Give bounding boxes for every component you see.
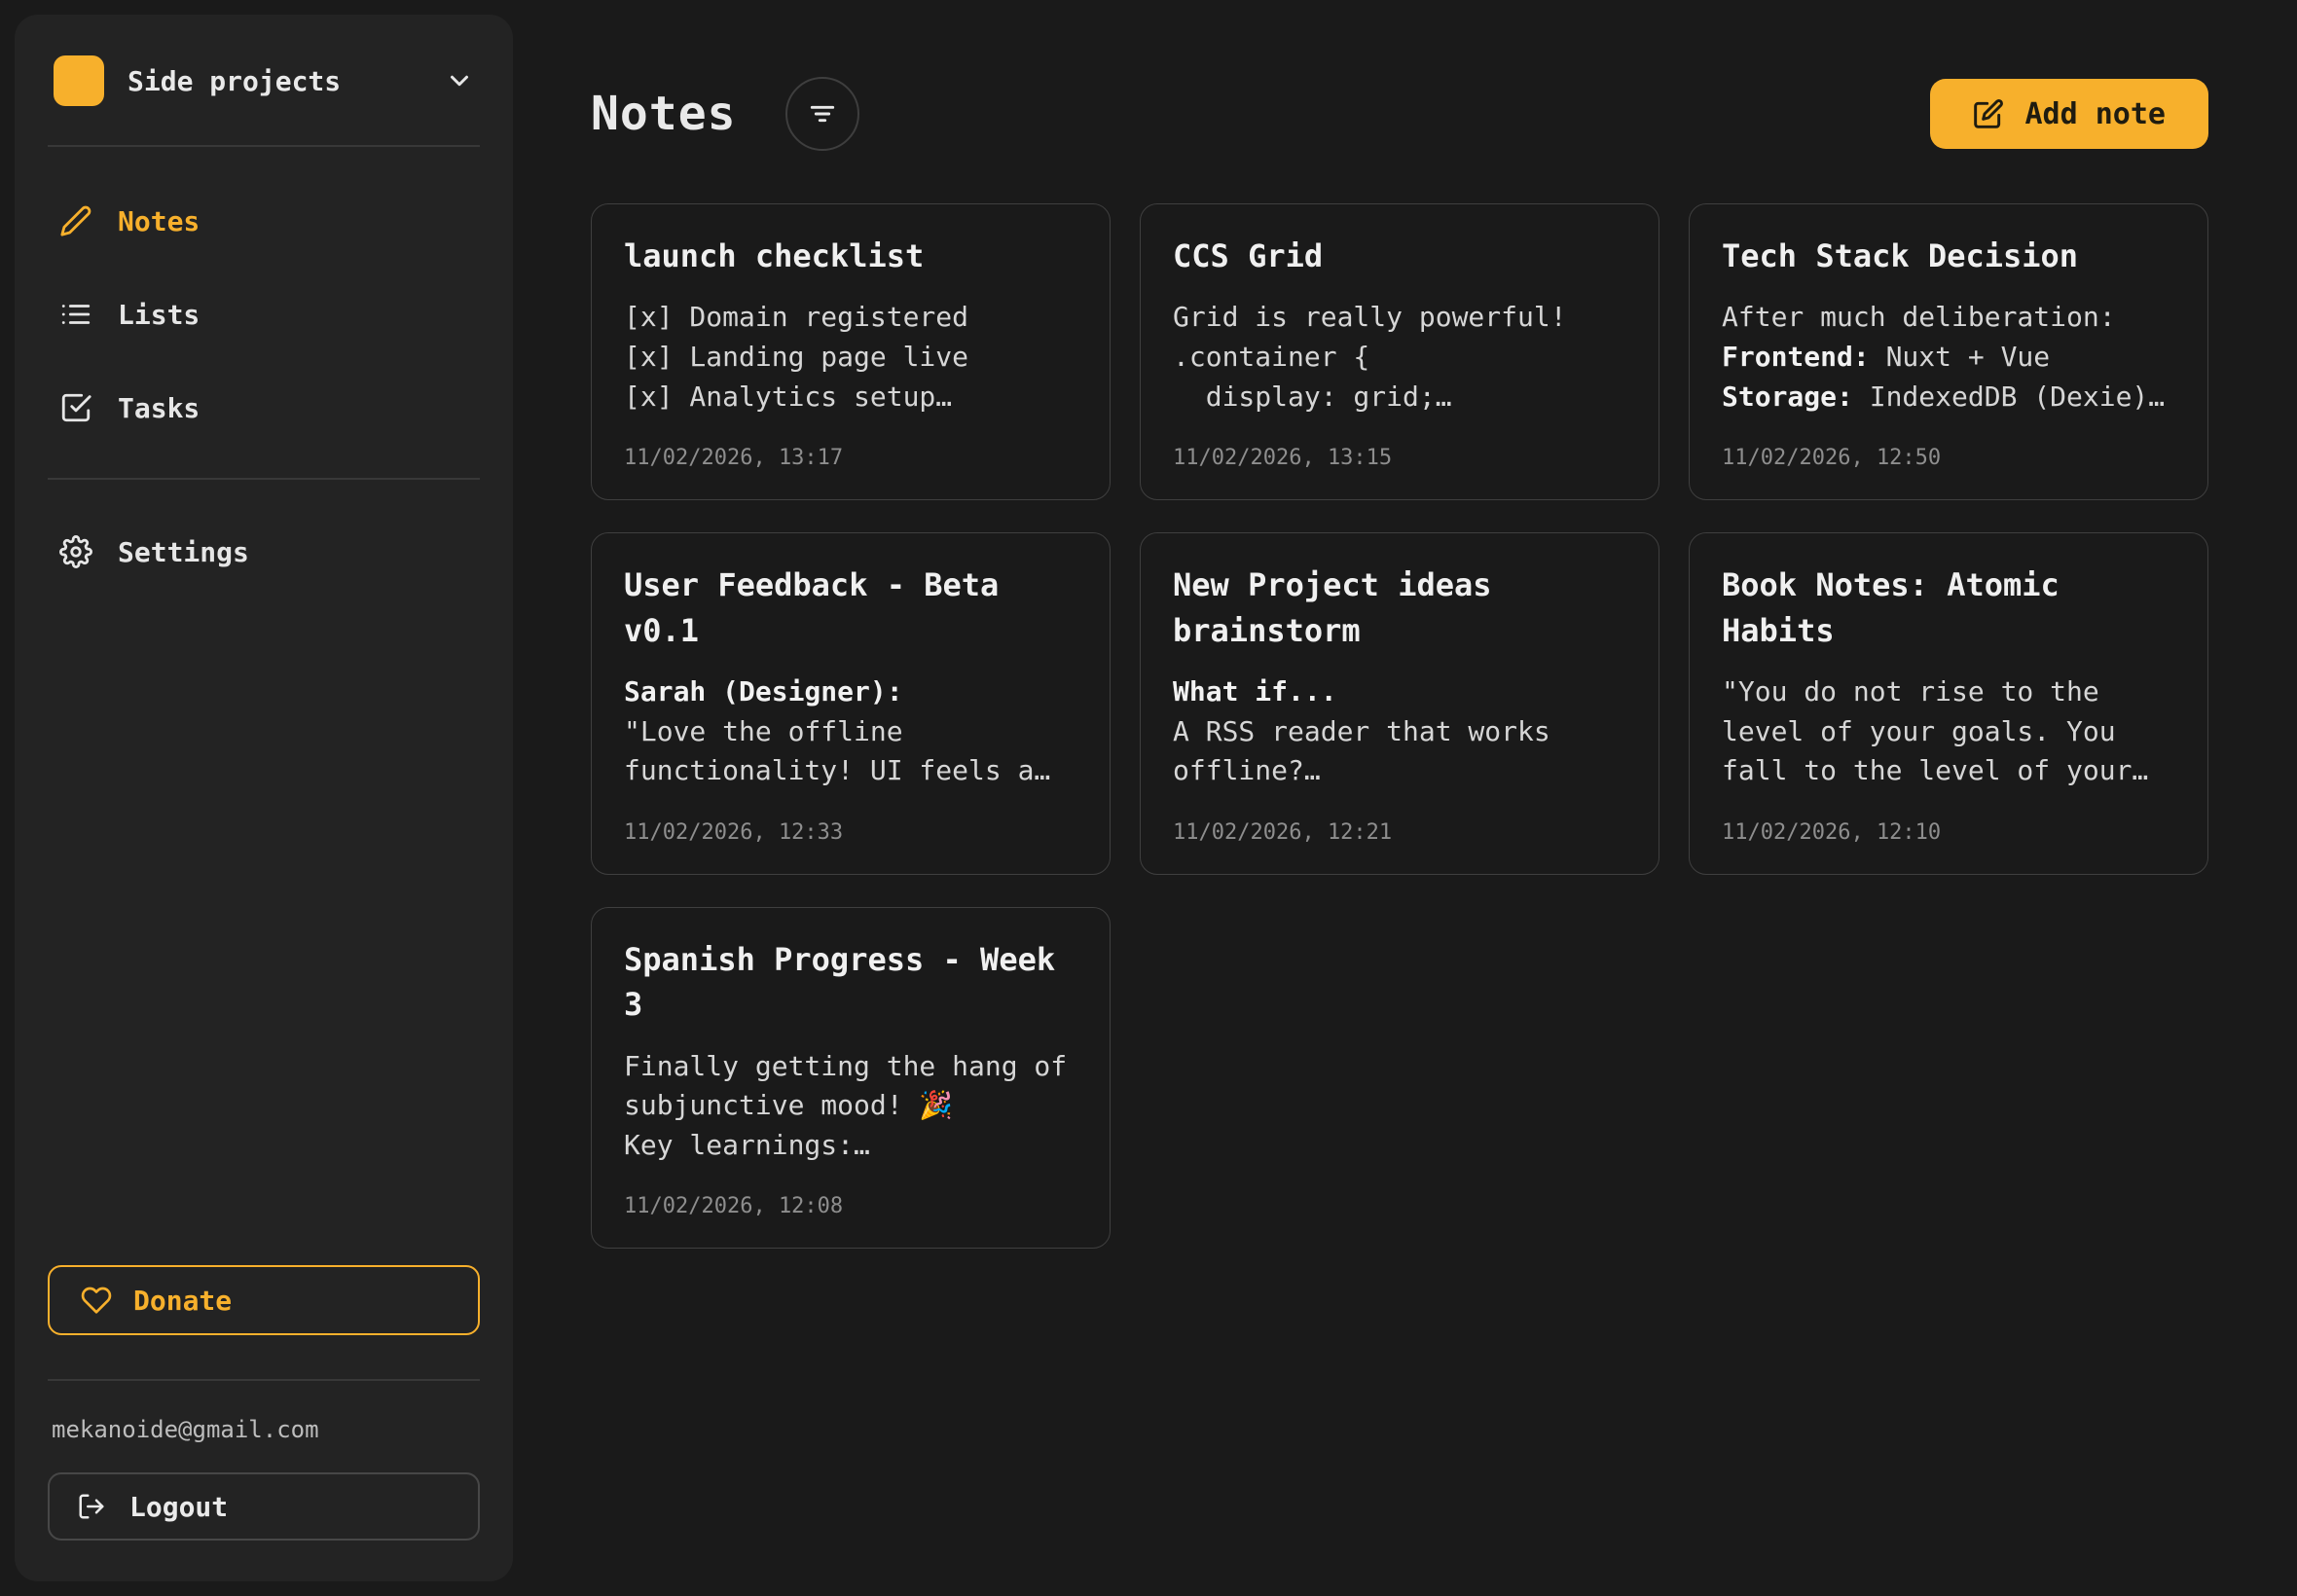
page-title: Notes xyxy=(591,87,737,141)
note-card[interactable]: New Project ideas brainstorm What if...A… xyxy=(1140,532,1659,875)
sidebar-item-label: Notes xyxy=(118,205,200,237)
sidebar-item-label: Lists xyxy=(118,299,200,331)
workspace-switcher[interactable]: Side projects xyxy=(48,55,480,106)
notes-grid: launch checklist [x] Domain registered[x… xyxy=(591,203,2208,1249)
sidebar-item-label: Settings xyxy=(118,536,249,568)
note-card[interactable]: Spanish Progress - Week 3 Finally gettin… xyxy=(591,907,1111,1250)
edit-icon xyxy=(1973,98,2004,129)
note-card[interactable]: Book Notes: Atomic Habits "You do not ri… xyxy=(1689,532,2208,875)
heart-icon xyxy=(81,1285,112,1316)
note-date: 11/02/2026, 12:10 xyxy=(1722,820,2175,845)
page-header: Notes Add note xyxy=(591,77,2208,151)
note-date: 11/02/2026, 12:33 xyxy=(624,820,1077,845)
donate-button[interactable]: Donate xyxy=(48,1265,480,1335)
sidebar-item-lists[interactable]: Lists xyxy=(48,279,480,349)
note-title: Spanish Progress - Week 3 xyxy=(624,937,1077,1028)
note-card[interactable]: Tech Stack Decision After much deliberat… xyxy=(1689,203,2208,500)
sidebar-nav: Notes Lists Tasks xyxy=(48,147,480,478)
main-content: Notes Add note launch checklist [x] Doma… xyxy=(513,15,2282,1581)
note-card[interactable]: User Feedback - Beta v0.1 Sarah (Designe… xyxy=(591,532,1111,875)
note-date: 11/02/2026, 12:50 xyxy=(1722,446,2175,470)
account-email: mekanoide@gmail.com xyxy=(48,1416,480,1443)
note-preview: Finally getting the hang of subjunctive … xyxy=(624,1047,1077,1166)
gear-icon xyxy=(59,535,92,568)
sidebar-item-settings[interactable]: Settings xyxy=(48,517,480,587)
sidebar-item-tasks[interactable]: Tasks xyxy=(48,373,480,443)
note-preview: Sarah (Designer):"Love the offline funct… xyxy=(624,672,1077,791)
note-title: launch checklist xyxy=(624,234,1077,278)
donate-label: Donate xyxy=(133,1285,232,1317)
checkbox-check-icon xyxy=(59,391,92,424)
logout-label: Logout xyxy=(129,1491,228,1523)
chevron-down-icon xyxy=(445,66,474,95)
note-preview: [x] Domain registered[x] Landing page li… xyxy=(624,298,1077,417)
note-preview: "You do not rise to the level of your go… xyxy=(1722,672,2175,791)
note-title: New Project ideas brainstorm xyxy=(1173,562,1626,653)
list-icon xyxy=(59,298,92,331)
note-card[interactable]: CCS Grid Grid is really powerful!.contai… xyxy=(1140,203,1659,500)
add-note-button[interactable]: Add note xyxy=(1930,79,2209,149)
workspace-square-icon xyxy=(54,55,104,106)
note-title: CCS Grid xyxy=(1173,234,1626,278)
add-note-label: Add note xyxy=(2025,97,2167,131)
sidebar-item-label: Tasks xyxy=(118,392,200,424)
sidebar-spacer xyxy=(48,624,480,1265)
divider xyxy=(48,1379,480,1381)
logout-button[interactable]: Logout xyxy=(48,1472,480,1541)
filter-button[interactable] xyxy=(785,77,859,151)
logout-icon xyxy=(77,1492,106,1521)
pencil-icon xyxy=(59,204,92,237)
filter-icon xyxy=(807,98,838,129)
note-card[interactable]: launch checklist [x] Domain registered[x… xyxy=(591,203,1111,500)
note-preview: After much deliberation:Frontend: Nuxt +… xyxy=(1722,298,2175,417)
note-date: 11/02/2026, 12:08 xyxy=(624,1194,1077,1218)
note-preview: What if...A RSS reader that works offlin… xyxy=(1173,672,1626,791)
sidebar-item-notes[interactable]: Notes xyxy=(48,186,480,256)
note-preview: Grid is really powerful!.container { dis… xyxy=(1173,298,1626,417)
note-title: User Feedback - Beta v0.1 xyxy=(624,562,1077,653)
note-title: Tech Stack Decision xyxy=(1722,234,2175,278)
note-date: 11/02/2026, 13:17 xyxy=(624,446,1077,470)
note-date: 11/02/2026, 12:21 xyxy=(1173,820,1626,845)
workspace-name: Side projects xyxy=(128,65,341,97)
note-date: 11/02/2026, 13:15 xyxy=(1173,446,1626,470)
sidebar: Side projects Notes Lists Tasks xyxy=(15,15,513,1581)
note-title: Book Notes: Atomic Habits xyxy=(1722,562,2175,653)
